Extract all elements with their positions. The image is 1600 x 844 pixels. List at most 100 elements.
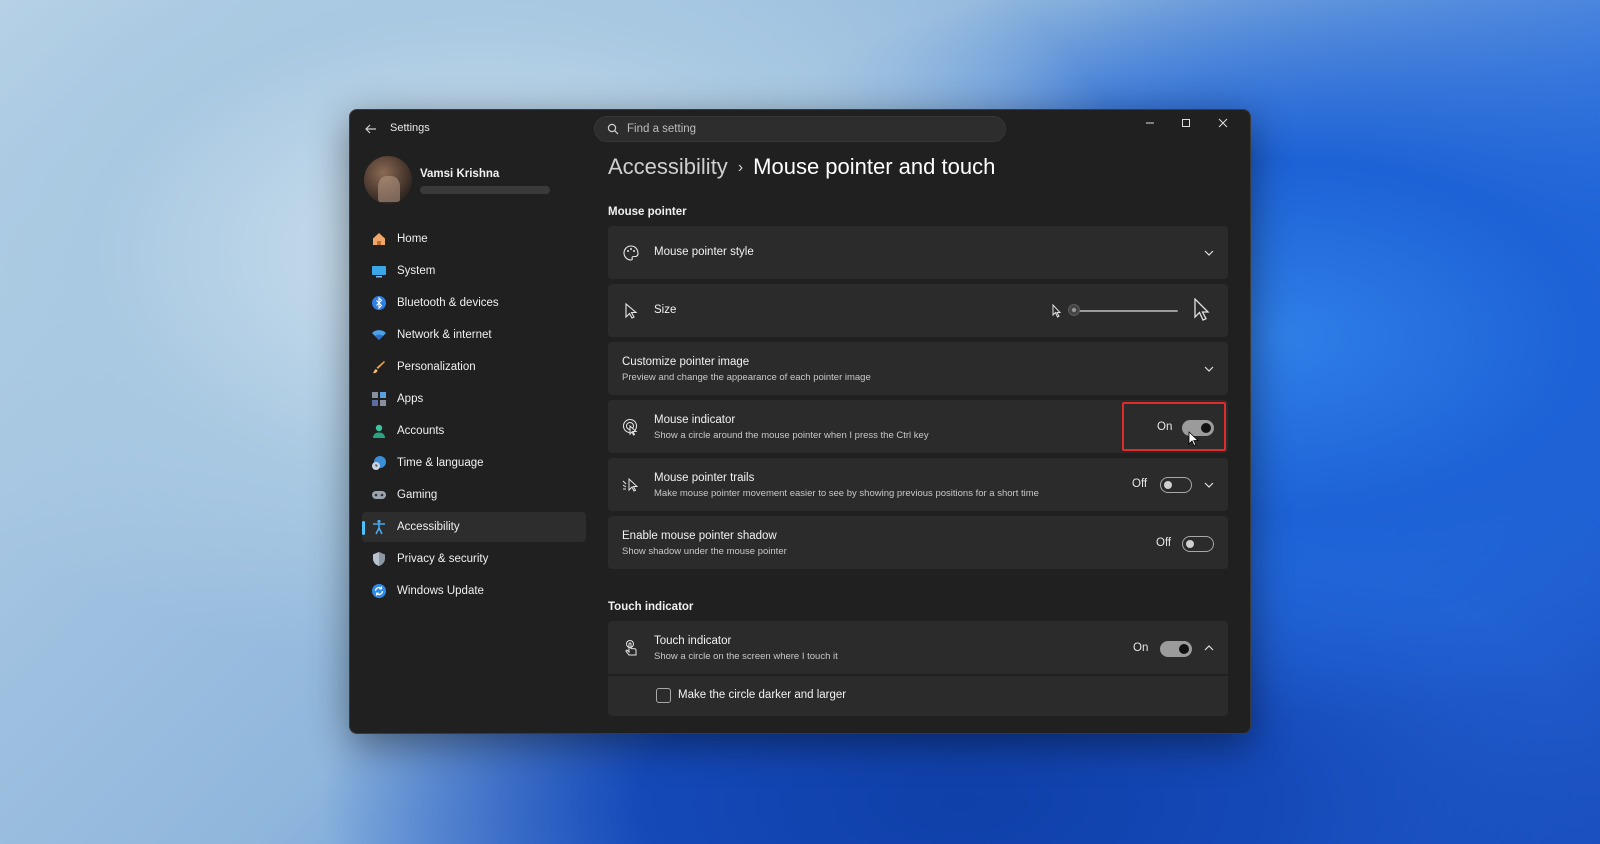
sidebar-item-windows-update[interactable]: Windows Update <box>362 576 586 606</box>
mouse-indicator-state: On <box>1157 421 1173 433</box>
clock-globe-icon <box>372 456 386 470</box>
mouse-indicator-desc: Show a circle around the mouse pointer w… <box>654 430 929 441</box>
sidebar-item-label: Accessibility <box>397 521 460 533</box>
sidebar-item-privacy[interactable]: Privacy & security <box>362 544 586 574</box>
sidebar-item-network[interactable]: Network & internet <box>362 320 586 350</box>
sidebar-item-label: Gaming <box>397 489 438 501</box>
pointer-shadow-toggle[interactable] <box>1182 536 1214 552</box>
sidebar-item-apps[interactable]: Apps <box>362 384 586 414</box>
breadcrumb: Accessibility › Mouse pointer and touch <box>608 154 995 180</box>
sidebar-item-label: Accounts <box>397 425 445 437</box>
pointer-shadow-title: Enable mouse pointer shadow <box>622 530 777 542</box>
app-title: Settings <box>390 122 430 134</box>
user-email-redacted <box>420 186 550 194</box>
brush-icon <box>373 361 385 374</box>
update-icon <box>372 584 386 598</box>
size-title: Size <box>654 304 677 316</box>
back-arrow-icon <box>365 124 376 134</box>
search-icon <box>607 123 619 135</box>
search-placeholder: Find a setting <box>627 123 697 135</box>
chevron-down-icon[interactable] <box>1202 478 1216 492</box>
user-name: Vamsi Krishna <box>420 168 500 180</box>
size-slider-track[interactable] <box>1074 310 1178 312</box>
sidebar-item-time-language[interactable]: Time & language <box>362 448 586 478</box>
size-card: Size <box>608 284 1228 337</box>
breadcrumb-parent[interactable]: Accessibility <box>608 154 728 179</box>
minimize-button[interactable] <box>1132 110 1168 136</box>
toggle-knob <box>1186 540 1194 548</box>
touch-indicator-state: On <box>1133 642 1149 654</box>
small-pointer-icon <box>1052 304 1062 318</box>
sidebar-item-label: Home <box>397 233 428 245</box>
minimize-icon <box>1146 122 1154 124</box>
user-profile[interactable]: Vamsi Krishna <box>364 156 584 208</box>
title-bar: Settings Find a setting <box>350 110 1250 148</box>
darker-circle-row: Make the circle darker and larger <box>608 676 1228 716</box>
sidebar-item-label: Time & language <box>397 457 484 469</box>
sidebar-item-label: Network & internet <box>397 329 492 341</box>
avatar <box>364 156 412 204</box>
customize-title: Customize pointer image <box>622 356 750 368</box>
chevron-down-icon[interactable] <box>1202 246 1216 260</box>
sidebar-item-accounts[interactable]: Accounts <box>362 416 586 446</box>
breadcrumb-separator: › <box>737 159 744 176</box>
apps-icon <box>372 392 386 406</box>
pointer-style-title: Mouse pointer style <box>654 246 754 258</box>
maximize-icon <box>1182 119 1190 127</box>
close-button[interactable] <box>1205 110 1241 136</box>
sidebar-item-accessibility[interactable]: Accessibility <box>362 512 586 542</box>
toggle-knob <box>1179 644 1189 654</box>
section-title-touch-indicator: Touch indicator <box>608 601 694 613</box>
touch-indicator-desc: Show a circle on the screen where I touc… <box>654 651 838 662</box>
home-icon <box>373 233 385 245</box>
sidebar-item-home[interactable]: Home <box>362 224 586 254</box>
page-title: Mouse pointer and touch <box>753 154 996 179</box>
pointer-trails-toggle[interactable] <box>1160 477 1192 493</box>
chevron-up-icon[interactable] <box>1202 641 1216 655</box>
chevron-down-icon[interactable] <box>1202 362 1216 376</box>
section-title-mouse-pointer: Mouse pointer <box>608 206 687 218</box>
touch-indicator-card: Touch indicator Show a circle on the scr… <box>608 621 1228 674</box>
pointer-trails-title: Mouse pointer trails <box>654 472 755 484</box>
darker-circle-label: Make the circle darker and larger <box>678 689 847 701</box>
size-slider-thumb[interactable] <box>1068 304 1080 316</box>
palette-pointer-icon <box>623 245 639 261</box>
sidebar-item-bluetooth[interactable]: Bluetooth & devices <box>362 288 586 318</box>
sidebar-item-label: Windows Update <box>397 585 484 597</box>
sidebar-item-personalization[interactable]: Personalization <box>362 352 586 382</box>
pointer-icon <box>625 302 638 319</box>
sidebar-item-label: Personalization <box>397 361 476 373</box>
pointer-trails-card: Mouse pointer trails Make mouse pointer … <box>608 458 1228 511</box>
touch-indicator-toggle[interactable] <box>1160 641 1192 657</box>
pointer-trails-icon <box>622 477 639 492</box>
sidebar-item-label: Apps <box>397 393 424 405</box>
search-input[interactable]: Find a setting <box>594 116 1006 142</box>
settings-window: Settings Find a setting Vamsi Krishna Ho… <box>349 109 1251 734</box>
toggle-knob <box>1201 423 1211 433</box>
pointer-shadow-card: Enable mouse pointer shadow Show shadow … <box>608 516 1228 569</box>
pointer-shadow-state: Off <box>1156 537 1172 549</box>
system-icon <box>372 266 386 278</box>
sidebar-item-gaming[interactable]: Gaming <box>362 480 586 510</box>
mouse-indicator-title: Mouse indicator <box>654 414 736 426</box>
maximize-button[interactable] <box>1168 110 1204 136</box>
customize-pointer-card[interactable]: Customize pointer image Preview and chan… <box>608 342 1228 395</box>
large-pointer-icon <box>1194 298 1210 321</box>
pointer-trails-desc: Make mouse pointer movement easier to se… <box>654 488 1039 499</box>
shield-icon <box>373 552 385 566</box>
pointer-shadow-desc: Show shadow under the mouse pointer <box>622 546 787 557</box>
gamepad-icon <box>372 491 386 499</box>
back-button[interactable] <box>360 118 382 140</box>
customize-desc: Preview and change the appearance of eac… <box>622 372 871 383</box>
accessibility-icon <box>373 519 385 535</box>
mouse-indicator-icon <box>623 419 638 436</box>
darker-circle-checkbox[interactable] <box>656 688 671 703</box>
sidebar-item-label: Privacy & security <box>397 553 489 565</box>
pointer-style-card[interactable]: Mouse pointer style <box>608 226 1228 279</box>
sidebar-nav: Home System Bluetooth & devices Network … <box>362 224 586 608</box>
sidebar-item-system[interactable]: System <box>362 256 586 286</box>
touch-indicator-title: Touch indicator <box>654 635 732 647</box>
touch-icon <box>625 640 637 656</box>
cursor-icon <box>1188 431 1200 447</box>
toggle-knob <box>1164 481 1172 489</box>
